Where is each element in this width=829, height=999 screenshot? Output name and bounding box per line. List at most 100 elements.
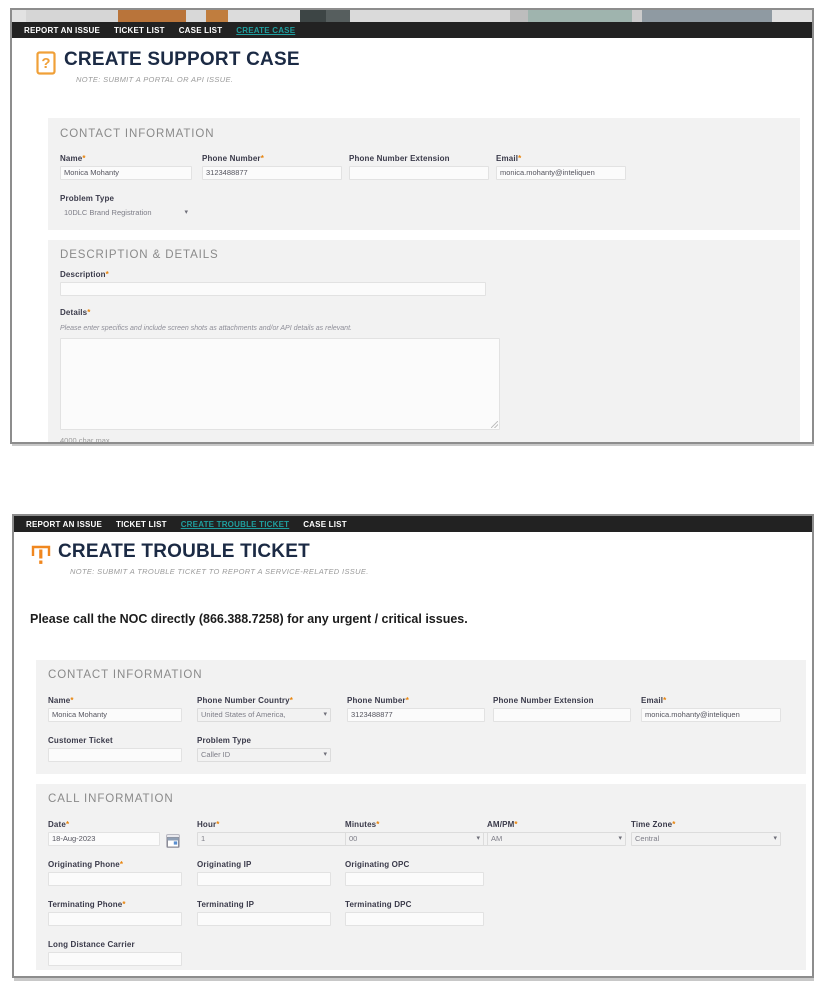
details-hint-case: Please enter specifics and include scree…	[60, 325, 352, 332]
field-label-time-zone: Time Zone*	[631, 820, 676, 829]
field-name-case: Name* Monica Mohanty	[60, 154, 192, 180]
primary-nav-support-case[interactable]: REPORT AN ISSUE TICKET LIST CASE LIST CR…	[12, 22, 812, 38]
field-long-distance-carrier: Long Distance Carrier	[48, 940, 182, 966]
required-marker: *	[122, 900, 126, 909]
date-input[interactable]: 18-Aug-2023	[48, 832, 160, 846]
required-marker: *	[82, 154, 86, 163]
chevron-down-icon: ▾	[773, 835, 777, 843]
field-problem-type-case: Problem Type 10DLC Brand Registration ▾	[60, 194, 192, 220]
section-title-call-information: CALL INFORMATION	[48, 793, 174, 805]
field-label-problem-type-case: Problem Type	[60, 194, 115, 203]
email-input-ticket[interactable]: monica.mohanty@inteliquen	[641, 708, 781, 722]
terminating-phone-input[interactable]	[48, 912, 182, 926]
originating-phone-input[interactable]	[48, 872, 182, 886]
field-email-ticket: Email* monica.mohanty@inteliquen	[641, 696, 781, 722]
required-marker: *	[514, 820, 518, 829]
field-label-terminating-phone: Terminating Phone*	[48, 900, 126, 909]
am-pm-value: AM	[491, 834, 503, 843]
originating-ip-input[interactable]	[197, 872, 331, 886]
nav-link-create-case[interactable]: CREATE CASE	[236, 26, 295, 35]
problem-type-select-case[interactable]: 10DLC Brand Registration ▾	[60, 206, 192, 220]
required-marker: *	[70, 696, 74, 705]
field-label-phone-number-case: Phone Number*	[202, 154, 264, 163]
field-problem-type-ticket: Problem Type Caller ID ▾	[197, 736, 331, 762]
nav-link-report-an-issue[interactable]: REPORT AN ISSUE	[24, 26, 100, 35]
field-label-name-case: Name*	[60, 154, 86, 163]
chevron-down-icon: ▾	[184, 209, 188, 217]
chevron-down-icon: ▾	[618, 835, 622, 843]
phone-extension-input-case[interactable]	[349, 166, 489, 180]
field-label-long-distance-carrier: Long Distance Carrier	[48, 940, 135, 949]
screenshot-root: REPORT AN ISSUE TICKET LIST CASE LIST CR…	[0, 0, 829, 999]
hour-value: 1	[201, 834, 206, 843]
nav-link-case-list[interactable]: CASE LIST	[303, 520, 347, 529]
problem-type-select-ticket[interactable]: Caller ID ▾	[197, 748, 331, 762]
field-label-email-ticket: Email*	[641, 696, 667, 705]
field-label-name-ticket: Name*	[48, 696, 74, 705]
am-pm-select[interactable]: AM ▾	[487, 832, 626, 846]
phone-number-input-ticket[interactable]: 3123488877	[347, 708, 485, 722]
problem-type-value-case: 10DLC Brand Registration	[64, 208, 152, 217]
details-textarea-case[interactable]	[60, 338, 500, 430]
nav-link-ticket-list[interactable]: TICKET LIST	[114, 26, 165, 35]
required-marker: *	[672, 820, 676, 829]
required-marker: *	[216, 820, 220, 829]
long-distance-carrier-input[interactable]	[48, 952, 182, 966]
page-title-trouble-ticket: CREATE TROUBLE TICKET	[58, 541, 310, 562]
section-title-description-details-case: DESCRIPTION & DETAILS	[60, 249, 219, 261]
svg-text:?: ?	[41, 55, 50, 72]
required-marker: *	[260, 154, 264, 163]
minutes-select[interactable]: 00 ▾	[345, 832, 484, 846]
description-input-case[interactable]	[60, 282, 486, 296]
field-label-phone-extension-ticket: Phone Number Extension	[493, 696, 594, 705]
customer-ticket-input[interactable]	[48, 748, 182, 762]
phone-country-select-ticket[interactable]: United States of America, ▾	[197, 708, 331, 722]
required-marker: *	[65, 820, 70, 829]
field-originating-opc: Originating OPC	[345, 860, 484, 886]
nav-link-create-trouble-ticket[interactable]: CREATE TROUBLE TICKET	[181, 520, 290, 529]
phone-number-input-case[interactable]: 3123488877	[202, 166, 342, 180]
terminating-ip-input[interactable]	[197, 912, 331, 926]
time-zone-select[interactable]: Central ▾	[631, 832, 781, 846]
required-marker: *	[105, 270, 109, 279]
nav-link-case-list[interactable]: CASE LIST	[179, 26, 223, 35]
field-label-originating-opc: Originating OPC	[345, 860, 410, 869]
page-header-trouble-ticket: CREATE TROUBLE TICKET NOTE: SUBMIT A TRO…	[30, 542, 369, 576]
required-marker: *	[289, 696, 294, 705]
field-minutes: Minutes* 00 ▾	[345, 820, 484, 846]
field-label-phone-country-ticket: Phone Number Country*	[197, 696, 294, 705]
required-marker: *	[119, 860, 124, 869]
field-label-email-case: Email*	[496, 154, 522, 163]
field-label-problem-type-ticket: Problem Type	[197, 736, 252, 745]
field-details-case: Details*	[60, 308, 91, 320]
field-label-terminating-dpc: Terminating DPC	[345, 900, 412, 909]
nav-link-report-an-issue[interactable]: REPORT AN ISSUE	[26, 520, 102, 529]
page-header-support-case: ? CREATE SUPPORT CASE NOTE: SUBMIT A POR…	[36, 50, 300, 84]
terminating-dpc-input[interactable]	[345, 912, 484, 926]
field-date: Date* 18-Aug-2023	[48, 820, 182, 846]
phone-extension-input-ticket[interactable]	[493, 708, 631, 722]
field-email-case: Email* monica.mohanty@inteliquen	[496, 154, 626, 180]
name-input-case[interactable]: Monica Mohanty	[60, 166, 192, 180]
chevron-down-icon: ▾	[323, 711, 327, 719]
noc-alert-text: Please call the NOC directly (866.388.72…	[30, 612, 468, 626]
page-note-trouble-ticket: NOTE: SUBMIT A TROUBLE TICKET TO REPORT …	[70, 566, 369, 576]
field-customer-ticket: Customer Ticket	[48, 736, 182, 762]
panel-trouble-ticket: REPORT AN ISSUE TICKET LIST CREATE TROUB…	[12, 514, 814, 978]
name-input-ticket[interactable]: Monica Mohanty	[48, 708, 182, 722]
field-label-description-case: Description*	[60, 270, 109, 279]
originating-opc-input[interactable]	[345, 872, 484, 886]
section-title-contact-information-case: CONTACT INFORMATION	[60, 128, 215, 140]
minutes-value: 00	[349, 834, 358, 843]
field-phone-extension-ticket: Phone Number Extension	[493, 696, 631, 722]
field-terminating-phone: Terminating Phone*	[48, 900, 182, 926]
primary-nav-trouble-ticket[interactable]: REPORT AN ISSUE TICKET LIST CREATE TROUB…	[14, 516, 812, 532]
calendar-icon[interactable]	[166, 834, 180, 848]
email-input-case[interactable]: monica.mohanty@inteliquen	[496, 166, 626, 180]
field-phone-country-ticket: Phone Number Country* United States of A…	[197, 696, 331, 722]
chevron-down-icon: ▾	[476, 835, 480, 843]
phone-country-value-ticket: United States of America,	[201, 710, 286, 719]
resize-grip-icon[interactable]	[491, 421, 498, 428]
nav-link-ticket-list[interactable]: TICKET LIST	[116, 520, 167, 529]
field-time-zone: Time Zone* Central ▾	[631, 820, 781, 846]
